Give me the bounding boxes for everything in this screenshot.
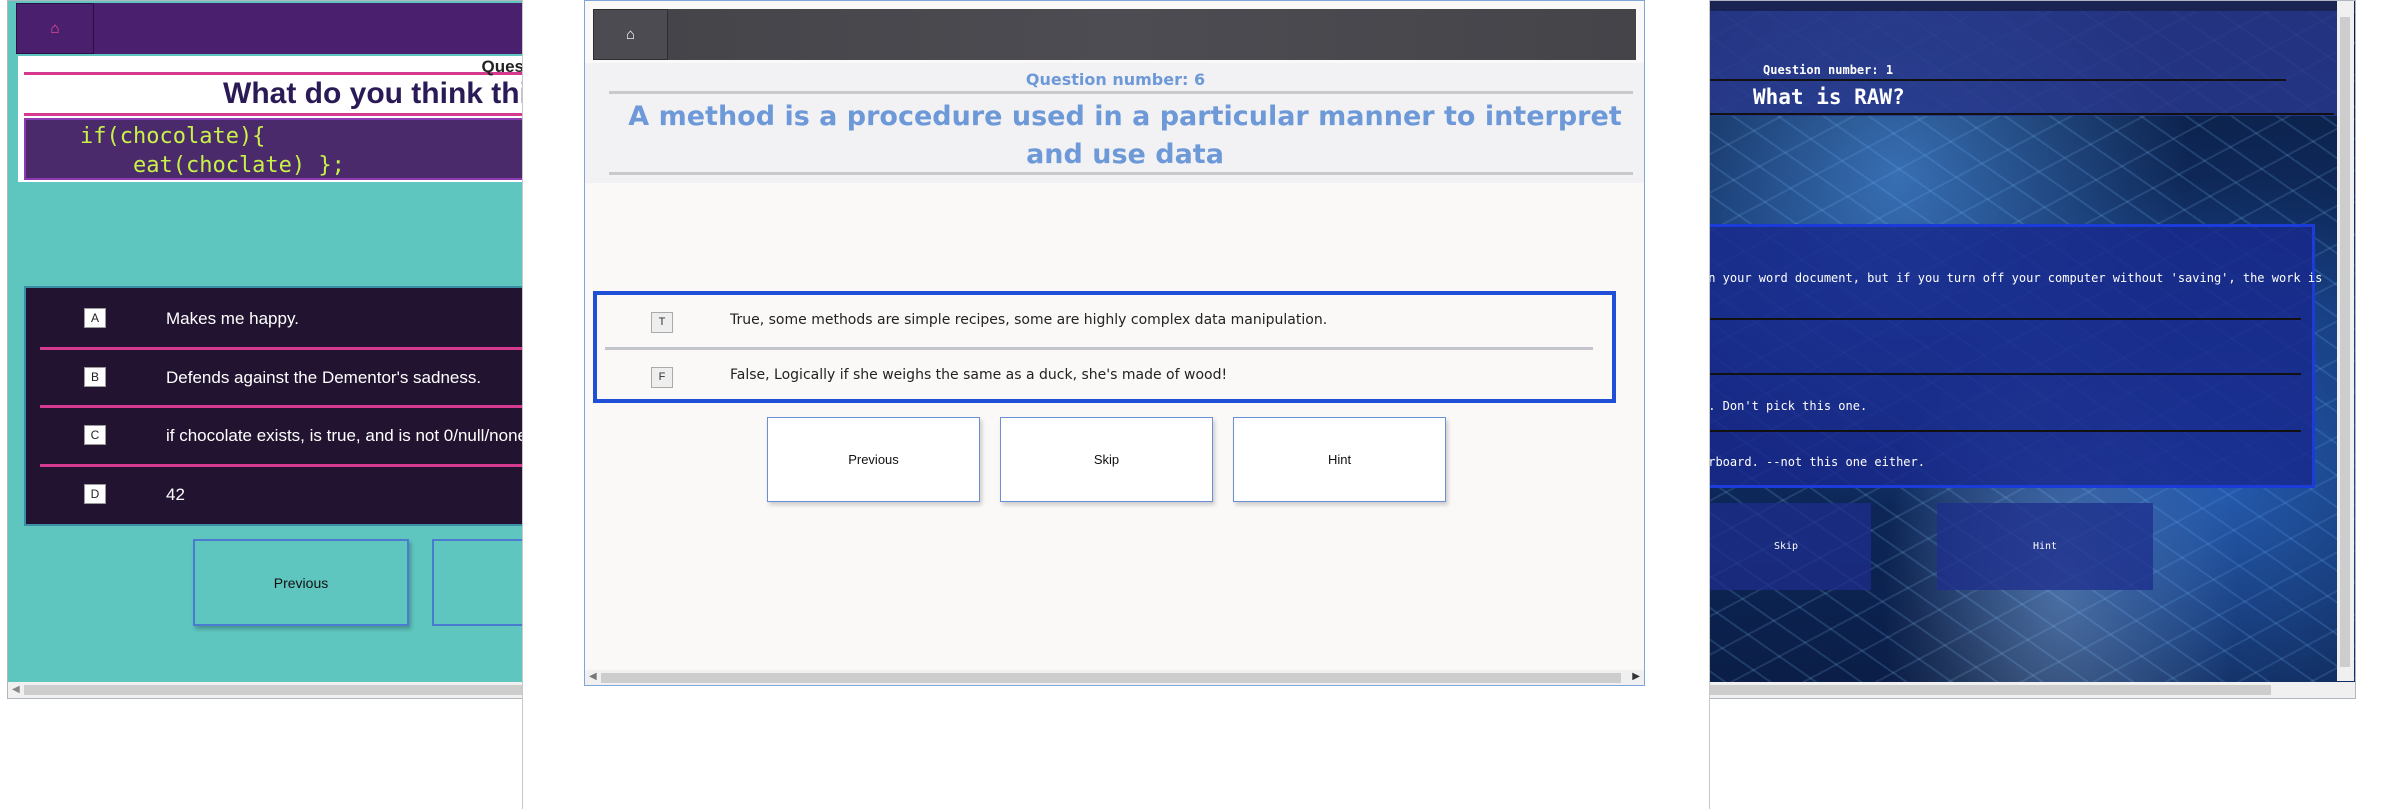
- skip-button[interactable]: Skip: [1000, 417, 1213, 502]
- answer-option-b[interactable]: B Defends against the Dementor's sadness…: [26, 347, 524, 402]
- left-home-button[interactable]: ⌂: [16, 3, 94, 54]
- answer-text: False, Logically if she weighs the same …: [730, 367, 1228, 383]
- answer-option-d[interactable]: D 42: [26, 464, 524, 519]
- scroll-left-icon[interactable]: ◀: [12, 684, 20, 695]
- code-line-1: if(chocolate){: [80, 124, 266, 149]
- left-question-number: Ques: [481, 57, 524, 76]
- answer-option-c[interactable]: C if chocolate exists, is true, and is n…: [26, 405, 525, 460]
- right-divider-top: [1701, 79, 2286, 81]
- right-answer-3[interactable]: .. Don't pick this one.: [1701, 399, 1867, 413]
- left-previous-button[interactable]: Previous: [193, 539, 409, 626]
- answer-key: C: [84, 425, 106, 445]
- scrollbar-thumb[interactable]: [24, 685, 524, 695]
- middle-answers-panel: T True, some methods are simple recipes,…: [593, 291, 1616, 403]
- answer-divider: [1701, 318, 2301, 320]
- right-vertical-scrollbar[interactable]: [2337, 1, 2354, 681]
- right-hint-button[interactable]: Hint: [1937, 503, 2153, 590]
- answer-text: Makes me happy.: [166, 309, 299, 328]
- right-horizontal-scrollbar[interactable]: [1701, 682, 2355, 698]
- scrollbar-thumb[interactable]: [1701, 685, 2271, 695]
- answer-option-a[interactable]: A Makes me happy.: [26, 288, 524, 343]
- right-browser-window: Question number: 1 What is RAW? on your …: [1700, 0, 2356, 699]
- answer-option-false[interactable]: F False, Logically if she weighs the sam…: [597, 350, 1612, 402]
- right-divider-bottom: [1701, 113, 2334, 115]
- answer-key: T: [651, 312, 673, 333]
- left-answers-panel: A Makes me happy. B Defends against the …: [24, 286, 524, 526]
- previous-button[interactable]: Previous: [767, 417, 980, 502]
- answer-text: Defends against the Dementor's sadness.: [166, 368, 482, 387]
- left-partial-button[interactable]: [432, 539, 524, 626]
- right-answers-panel: on your word document, but if you turn o…: [1701, 224, 2322, 488]
- left-horizontal-scrollbar[interactable]: ◀: [8, 682, 524, 698]
- answer-divider: [1701, 373, 2301, 375]
- answer-text: True, some methods are simple recipes, s…: [730, 312, 1328, 328]
- middle-horizontal-scrollbar[interactable]: ◀ ▶: [585, 670, 1644, 685]
- answer-key: B: [84, 367, 106, 387]
- scroll-left-icon[interactable]: ◀: [589, 671, 597, 682]
- scroll-right-icon[interactable]: ▶: [1632, 671, 1640, 682]
- middle-home-button[interactable]: ⌂: [593, 9, 668, 60]
- scrollbar-thumb[interactable]: [601, 673, 1621, 683]
- middle-top-bar: [593, 9, 1636, 60]
- left-browser-window: ⌂ Ques What do you think thi if(chocolat…: [7, 0, 525, 699]
- right-question-title: What is RAW?: [1753, 85, 1905, 109]
- right-top-strip: [1701, 1, 2355, 11]
- left-divider-bottom: [24, 113, 524, 116]
- middle-divider-top: [609, 91, 1633, 94]
- answer-option-true[interactable]: T True, some methods are simple recipes,…: [597, 295, 1612, 347]
- code-line-2: eat(choclate) };: [80, 153, 345, 178]
- answer-key: D: [84, 484, 106, 504]
- home-icon: ⌂: [50, 20, 60, 37]
- left-question-title: What do you think thi: [223, 77, 525, 110]
- answer-key: A: [84, 308, 106, 328]
- hint-button[interactable]: Hint: [1233, 417, 1446, 502]
- answer-text: 42: [166, 485, 185, 504]
- answer-key: F: [651, 367, 673, 388]
- middle-browser-window: ⌂ Question number: 6 A method is a proce…: [584, 0, 1645, 686]
- right-answer-4[interactable]: erboard. --not this one either.: [1701, 455, 1925, 469]
- right-skip-button[interactable]: Skip: [1701, 503, 1871, 590]
- right-question-number: Question number: 1: [1763, 63, 1894, 77]
- left-code-block: if(chocolate){ eat(choclate) };: [24, 118, 524, 180]
- answer-text: if chocolate exists, is true, and is not…: [166, 426, 525, 445]
- middle-question-number: Question number: 6: [1025, 70, 1206, 89]
- answer-divider: [1701, 430, 2301, 432]
- middle-divider-bottom: [609, 172, 1633, 175]
- home-icon: ⌂: [625, 26, 636, 43]
- scrollbar-thumb[interactable]: [2340, 17, 2350, 667]
- middle-question-title: A method is a procedure used in a partic…: [628, 101, 1622, 170]
- right-answer-1[interactable]: on your word document, but if you turn o…: [1701, 271, 2322, 285]
